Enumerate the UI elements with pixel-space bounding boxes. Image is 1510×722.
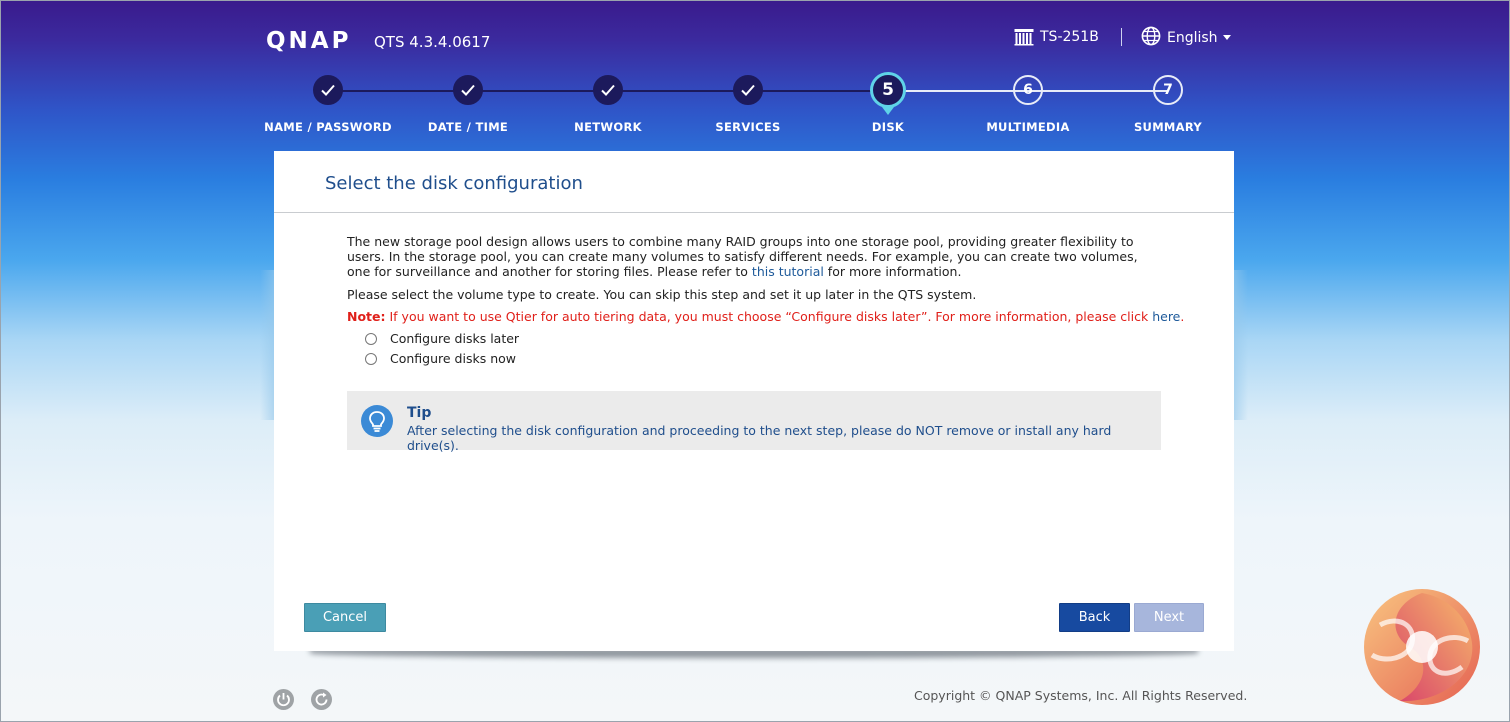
note-end: . bbox=[1180, 309, 1185, 324]
option-configure-now[interactable]: Configure disks now bbox=[365, 351, 516, 366]
qtier-note: Note: If you want to use Qtier for auto … bbox=[347, 309, 1184, 324]
step-number: 6 bbox=[1013, 75, 1043, 105]
intro-text-end: for more information. bbox=[823, 264, 962, 279]
step-number: 7 bbox=[1153, 75, 1183, 105]
wizard-panel: Select the disk configuration The new st… bbox=[274, 151, 1234, 651]
device-indicator: TS-251B bbox=[1014, 28, 1099, 46]
panel-side-shadow-right bbox=[1234, 270, 1248, 420]
panel-side-shadow-left bbox=[260, 270, 274, 420]
checkmark-icon bbox=[453, 75, 483, 105]
step-label: SUMMARY bbox=[1133, 120, 1203, 134]
note-label: Note: bbox=[347, 309, 386, 324]
language-label: English bbox=[1167, 30, 1218, 46]
title-divider bbox=[274, 212, 1234, 213]
intro-paragraph: The new storage pool design allows users… bbox=[347, 234, 1157, 279]
step-label: NAME / PASSWORD bbox=[264, 120, 392, 134]
step-services: SERVICES bbox=[678, 75, 818, 134]
step-network: NETWORK bbox=[538, 75, 678, 134]
lightbulb-icon bbox=[361, 405, 393, 437]
tip-title: Tip bbox=[407, 405, 432, 421]
step-number: 5 bbox=[870, 72, 906, 115]
option-label: Configure disks later bbox=[390, 331, 520, 346]
tip-box: Tip After selecting the disk configurati… bbox=[347, 391, 1161, 453]
radio-configure-now[interactable] bbox=[365, 352, 377, 365]
back-button[interactable]: Back bbox=[1059, 603, 1130, 632]
note-text: If you want to use Qtier for auto tierin… bbox=[385, 309, 1153, 324]
qts-version: QTS 4.3.4.0617 bbox=[374, 33, 491, 51]
device-name: TS-251B bbox=[1040, 29, 1099, 45]
restart-icon[interactable] bbox=[311, 689, 332, 710]
step-label: MULTIMEDIA bbox=[986, 120, 1070, 134]
power-icon[interactable] bbox=[273, 689, 294, 710]
chevron-down-icon[interactable] bbox=[1223, 35, 1231, 40]
tip-text: After selecting the disk configuration a… bbox=[407, 423, 1112, 453]
step-summary: 7 SUMMARY bbox=[1098, 75, 1238, 134]
page-title: Select the disk configuration bbox=[325, 173, 583, 194]
next-button[interactable]: Next bbox=[1134, 603, 1204, 632]
copyright-text: Copyright © QNAP Systems, Inc. All Right… bbox=[914, 688, 1248, 703]
intro-text: The new storage pool design allows users… bbox=[347, 234, 1138, 279]
step-label: NETWORK bbox=[574, 120, 642, 134]
step-date-time: DATE / TIME bbox=[398, 75, 538, 134]
checkmark-icon bbox=[313, 75, 343, 105]
step-disk: 5 DISK bbox=[818, 72, 958, 134]
qnap-logo: QNAP bbox=[266, 28, 352, 54]
language-selector[interactable]: English bbox=[1141, 26, 1218, 50]
step-name-password: NAME / PASSWORD bbox=[258, 75, 398, 134]
select-instruction: Please select the volume type to create.… bbox=[347, 287, 977, 302]
tutorial-link[interactable]: this tutorial bbox=[752, 264, 824, 279]
site-watermark-logo bbox=[1350, 585, 1495, 710]
step-label: SERVICES bbox=[715, 120, 781, 134]
checkmark-icon bbox=[733, 75, 763, 105]
step-multimedia: 6 MULTIMEDIA bbox=[958, 75, 1098, 134]
here-link[interactable]: here bbox=[1152, 309, 1180, 324]
step-label: DISK bbox=[871, 120, 905, 134]
option-configure-later[interactable]: Configure disks later bbox=[365, 331, 519, 346]
option-label: Configure disks now bbox=[390, 351, 516, 366]
radio-configure-later[interactable] bbox=[365, 332, 377, 345]
checkmark-icon bbox=[593, 75, 623, 105]
header-separator bbox=[1121, 28, 1122, 46]
step-label: DATE / TIME bbox=[427, 120, 509, 134]
globe-icon bbox=[1141, 26, 1161, 50]
cancel-button[interactable]: Cancel bbox=[304, 603, 386, 632]
nas-device-icon bbox=[1014, 28, 1034, 46]
